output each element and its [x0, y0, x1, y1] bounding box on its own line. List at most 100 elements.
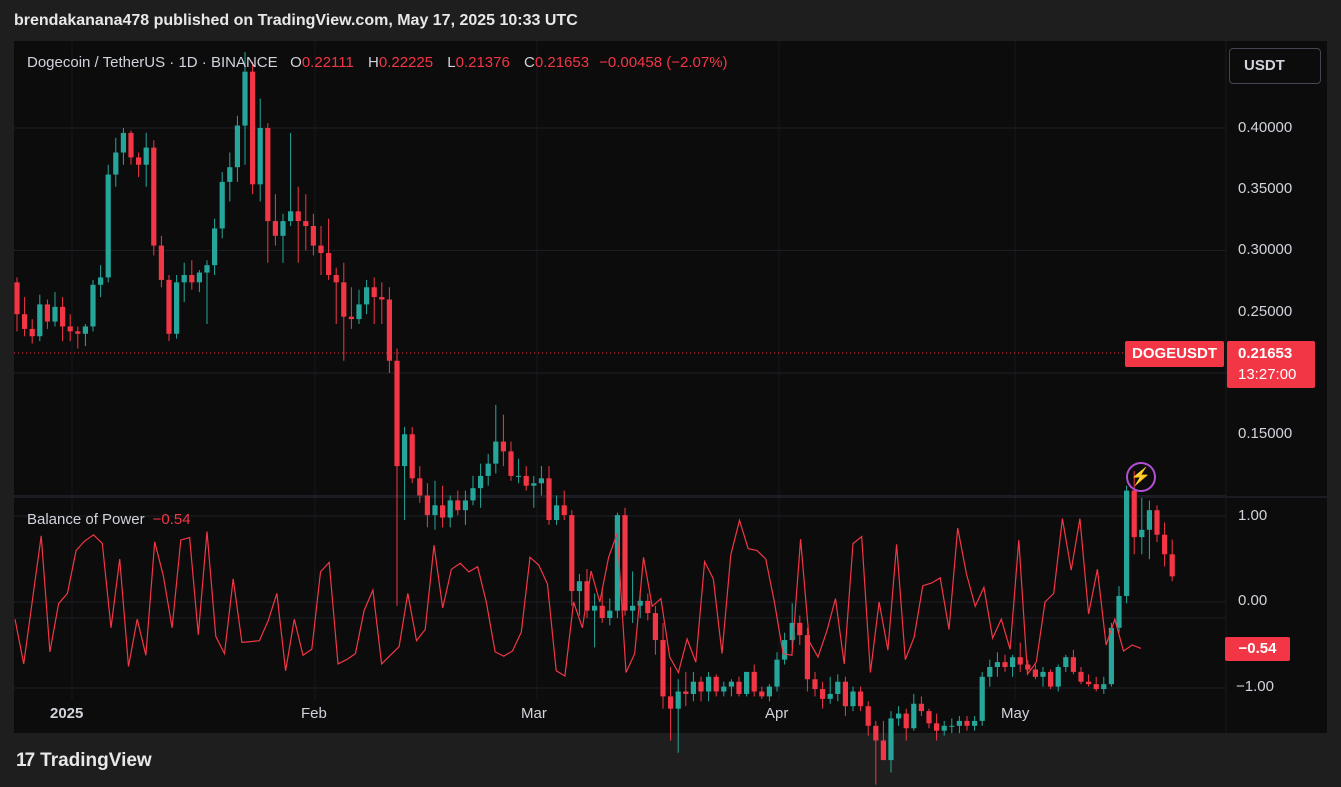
- candle-body: [234, 125, 240, 168]
- candle-body: [759, 691, 765, 697]
- brand[interactable]: 17 TradingView: [16, 750, 152, 772]
- candle-body: [1086, 681, 1092, 685]
- candle-body: [972, 720, 978, 726]
- candle-body: [706, 676, 712, 692]
- candle-body: [1040, 671, 1046, 677]
- tradingview-logo-icon: 17: [16, 750, 35, 771]
- candle-body: [1093, 684, 1099, 690]
- indicator-name: Balance of Power: [27, 511, 145, 528]
- candle-body: [668, 696, 674, 709]
- candle-body: [1048, 671, 1054, 687]
- candle-body: [1032, 669, 1038, 677]
- candle-body: [941, 725, 947, 731]
- candle-body: [820, 689, 826, 699]
- candle-body: [987, 667, 993, 677]
- bop-tick: −1.00: [1236, 678, 1274, 695]
- candle-body: [394, 360, 400, 467]
- indicator-legend[interactable]: Balance of Power −0.54: [27, 511, 191, 528]
- candle-body: [896, 713, 902, 719]
- candle-body: [865, 706, 871, 726]
- candle-body: [120, 132, 126, 153]
- candle-body: [660, 640, 666, 697]
- price-tick: 0.30000: [1238, 241, 1293, 258]
- candle-body: [561, 505, 567, 516]
- candle-body: [105, 174, 111, 278]
- bop-tick: 1.00: [1238, 507, 1268, 524]
- candle-body: [181, 275, 187, 283]
- candle-body: [143, 147, 149, 165]
- candle-body: [538, 478, 544, 484]
- last-price-tag: 0.21653 13:27:00: [1227, 341, 1315, 388]
- candle-body: [774, 659, 780, 687]
- candle-body: [67, 326, 73, 332]
- candles-group: [14, 52, 1175, 785]
- open-value: 0.22111: [301, 54, 354, 71]
- candle-body: [409, 434, 415, 479]
- candle-body: [478, 475, 484, 489]
- candle-body: [440, 505, 446, 518]
- candle-body: [546, 478, 552, 520]
- candle-body: [508, 451, 514, 476]
- candle-body: [812, 679, 818, 690]
- candle-body: [417, 478, 423, 496]
- candle-body: [402, 434, 408, 467]
- symbol-header[interactable]: Dogecoin / TetherUS · 1D · BINANCE O0.22…: [27, 54, 738, 71]
- candle-body: [1078, 671, 1084, 682]
- candle-body: [485, 463, 491, 476]
- candle-body: [310, 226, 316, 246]
- candle-body: [911, 703, 917, 729]
- close-label: C: [524, 54, 535, 71]
- candle-body: [926, 711, 932, 724]
- bop-tick: 0.00: [1238, 592, 1268, 609]
- currency-button[interactable]: USDT: [1229, 48, 1321, 84]
- candle-body: [288, 211, 294, 222]
- candle-body: [318, 245, 324, 253]
- candle-body: [151, 147, 157, 246]
- candle-body: [690, 681, 696, 694]
- candle-body: [52, 306, 58, 322]
- candle-body: [592, 605, 598, 611]
- candle-body: [607, 610, 613, 618]
- time-label-may: May: [1001, 705, 1030, 722]
- candle-body: [219, 181, 225, 229]
- candle-body: [956, 720, 962, 726]
- lightning-icon[interactable]: ⚡: [1126, 462, 1156, 492]
- candle-body: [189, 275, 195, 283]
- time-label-apr: Apr: [765, 705, 789, 722]
- candle-body: [918, 703, 924, 712]
- candle-body: [858, 691, 864, 707]
- candle-body: [516, 475, 522, 477]
- high-label: H: [368, 54, 379, 71]
- low-label: L: [447, 54, 456, 71]
- open-label: O: [290, 54, 302, 71]
- candle-body: [1139, 529, 1145, 538]
- candle-body: [531, 483, 537, 486]
- candle-body: [736, 681, 742, 694]
- indicator-value: −0.54: [152, 511, 191, 528]
- candle-body: [22, 314, 28, 329]
- candle-body: [842, 681, 848, 707]
- candle-body: [949, 725, 955, 727]
- candle-body: [272, 221, 278, 236]
- chart-canvas[interactable]: [0, 0, 1341, 787]
- candle-body: [645, 600, 651, 614]
- price-tick: 0.25000: [1238, 303, 1293, 320]
- candle-body: [280, 221, 286, 236]
- candle-body: [447, 500, 453, 518]
- candle-body: [257, 128, 263, 185]
- candle-body: [1055, 667, 1061, 687]
- candle-body: [158, 245, 164, 280]
- close-value: 0.21653: [534, 54, 590, 71]
- high-value: 0.22225: [378, 54, 434, 71]
- candle-body: [827, 693, 833, 699]
- candle-body: [424, 495, 430, 516]
- candle-body: [113, 152, 119, 175]
- candle-body: [873, 725, 879, 741]
- change-value: −0.00458 (−2.07%): [599, 54, 728, 71]
- candle-body: [432, 505, 438, 516]
- candle-body: [1017, 657, 1023, 665]
- candle-body: [204, 265, 210, 273]
- time-label-mar: Mar: [521, 705, 547, 722]
- symbol-title[interactable]: Dogecoin / TetherUS · 1D · BINANCE: [27, 54, 278, 71]
- candle-body: [1025, 664, 1031, 670]
